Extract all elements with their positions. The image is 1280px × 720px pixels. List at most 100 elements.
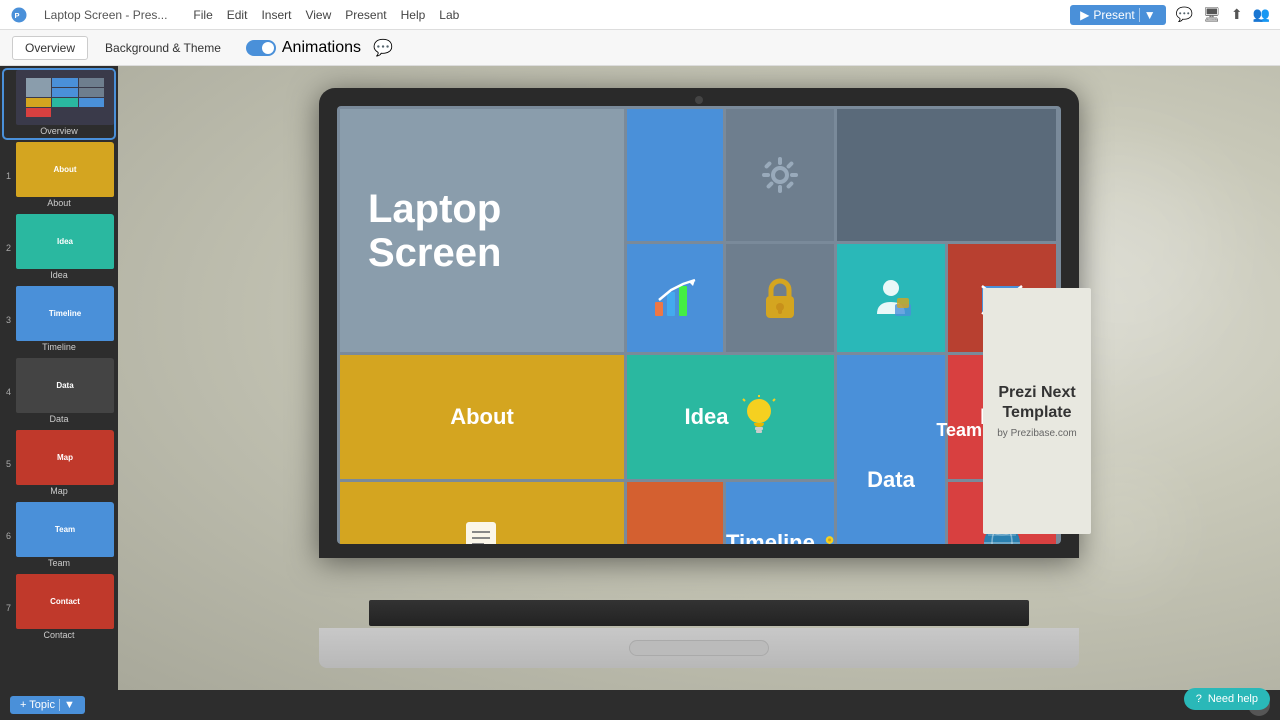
slide-item-overview[interactable]: Overview (4, 70, 114, 138)
slide-thumb-overview (16, 70, 114, 125)
canvas-area: Laptop Screen (118, 66, 1280, 690)
laptop-title-line1: Laptop (368, 187, 596, 231)
cell-gear (726, 109, 834, 241)
data-label: Data (867, 467, 915, 493)
add-topic-label: + Topic (20, 699, 55, 711)
slide-thumb-2: Idea (16, 214, 114, 269)
prezi-branding-cell: Prezi Next Template by Prezibase.com (983, 288, 1091, 534)
slide-label-6: Team (4, 557, 114, 570)
laptop-bottom (319, 628, 1079, 668)
slide-thumb-5: Map (16, 430, 114, 485)
screen-share-icon[interactable]: 🖥 (1203, 6, 1221, 23)
present-play-icon: ▶ (1080, 8, 1089, 22)
tab-background-theme[interactable]: Background & Theme (92, 36, 234, 60)
laptop-screen-frame: Laptop Screen (319, 88, 1079, 558)
slide-number-4: 4 (6, 387, 11, 397)
slide-label-5: Map (4, 485, 114, 498)
slide-item-2[interactable]: 2 Idea Idea (4, 214, 114, 282)
slide-thumb-1: About (16, 142, 114, 197)
cell-chart (627, 244, 723, 352)
animations-label: Animations (282, 39, 361, 57)
slide-number-3: 3 (6, 315, 11, 325)
slide-label-4: Data (4, 413, 114, 426)
menu-present[interactable]: Present (345, 8, 386, 22)
add-topic-caret[interactable]: ▼ (59, 699, 75, 711)
chat-icon[interactable]: 💬 (1176, 6, 1193, 23)
present-label: Present (1093, 8, 1134, 22)
bottom-bar: + Topic ▼ ⌂ (0, 690, 1280, 720)
tab-overview[interactable]: Overview (12, 36, 88, 60)
cell-gray-wide (837, 109, 1056, 241)
cell-timeline: Timeline (726, 482, 834, 544)
slide-number-5: 5 (6, 459, 11, 469)
slide-number-1: 1 (6, 171, 11, 181)
cell-data: Data (837, 355, 945, 544)
add-topic-button[interactable]: + Topic ▼ (10, 696, 85, 714)
team-label-overlay: Team (936, 420, 982, 441)
slide-item-5[interactable]: 5 Map Map (4, 430, 114, 498)
slides-panel: Overview 1 About About 2 Idea Idea 3 Tim… (0, 66, 118, 690)
main-content: Overview 1 About About 2 Idea Idea 3 Tim… (0, 66, 1280, 690)
slide-thumb-6: Team (16, 502, 114, 557)
slide-label-3: Timeline (4, 341, 114, 354)
laptop-title-line2: Screen (368, 231, 596, 275)
pin-icon (825, 525, 834, 544)
cell-about: About (340, 355, 624, 479)
laptop-keyboard (369, 600, 1029, 626)
lock-icon (762, 276, 798, 320)
cell-doc: % (340, 482, 624, 544)
toolbar: Overview Background & Theme Animations 💬 (0, 30, 1280, 66)
bulb-icon (741, 395, 777, 439)
cell-person (837, 244, 945, 352)
slide-number-2: 2 (6, 243, 11, 253)
menu-edit[interactable]: Edit (227, 8, 248, 22)
cell-orange (627, 482, 723, 544)
top-actions: ▶ Present ▼ 💬 🖥 ⬆ 👥 (1070, 5, 1270, 25)
need-help-icon: ? (1196, 693, 1202, 705)
cell-idea: Idea (627, 355, 834, 479)
title-cell: Laptop Screen (340, 109, 624, 352)
animations-toggle-group: Animations (246, 39, 361, 57)
slide-label-2: Idea (4, 269, 114, 282)
slide-label-1: About (4, 197, 114, 210)
idea-label: Idea (684, 404, 728, 430)
about-label: About (450, 404, 514, 430)
slide-item-4[interactable]: 4 Data Data (4, 358, 114, 426)
slide-item-7[interactable]: 7 Contact Contact (4, 574, 114, 642)
laptop-display: Laptop Screen (289, 88, 1109, 668)
slide-thumb-4: Data (16, 358, 114, 413)
app-logo: P (10, 6, 28, 24)
app-title: Laptop Screen - Pres... (44, 8, 167, 22)
menu-lab[interactable]: Lab (439, 8, 459, 22)
person-icon (869, 276, 913, 320)
document-icon: % (462, 520, 502, 544)
chart-icon (653, 278, 697, 318)
present-button[interactable]: ▶ Present ▼ (1070, 5, 1165, 25)
present-caret[interactable]: ▼ (1139, 8, 1156, 22)
prezi-line2: Template (1002, 403, 1071, 422)
slide-number-7: 7 (6, 603, 11, 613)
need-help-button[interactable]: ? Need help (1184, 688, 1270, 710)
cell-blue-top (627, 109, 723, 241)
prezi-logo-icon: P (10, 6, 28, 24)
timeline-label: Timeline (726, 530, 815, 544)
menu-help[interactable]: Help (401, 8, 426, 22)
slide-item-6[interactable]: 6 Team Team (4, 502, 114, 570)
slide-label-7: Contact (4, 629, 114, 642)
slide-item-1[interactable]: 1 About About (4, 142, 114, 210)
slide-item-3[interactable]: 3 Timeline Timeline (4, 286, 114, 354)
menu-file[interactable]: File (193, 8, 212, 22)
animations-toggle[interactable] (246, 40, 276, 56)
slide-label-overview: Overview (4, 125, 114, 138)
prezi-grid: Laptop Screen (337, 106, 1061, 544)
menu-insert[interactable]: Insert (261, 8, 291, 22)
user-icon[interactable]: 👥 (1253, 6, 1270, 23)
prezi-line1: Prezi Next (998, 383, 1075, 402)
menu-view[interactable]: View (305, 8, 331, 22)
svg-text:P: P (15, 11, 20, 20)
gear-icon (758, 153, 802, 197)
cell-lock (726, 244, 834, 352)
share-icon[interactable]: ⬆ (1231, 6, 1243, 23)
comment-icon[interactable]: 💬 (373, 38, 393, 58)
top-menu-bar: P Laptop Screen - Pres... File Edit Inse… (0, 0, 1280, 30)
